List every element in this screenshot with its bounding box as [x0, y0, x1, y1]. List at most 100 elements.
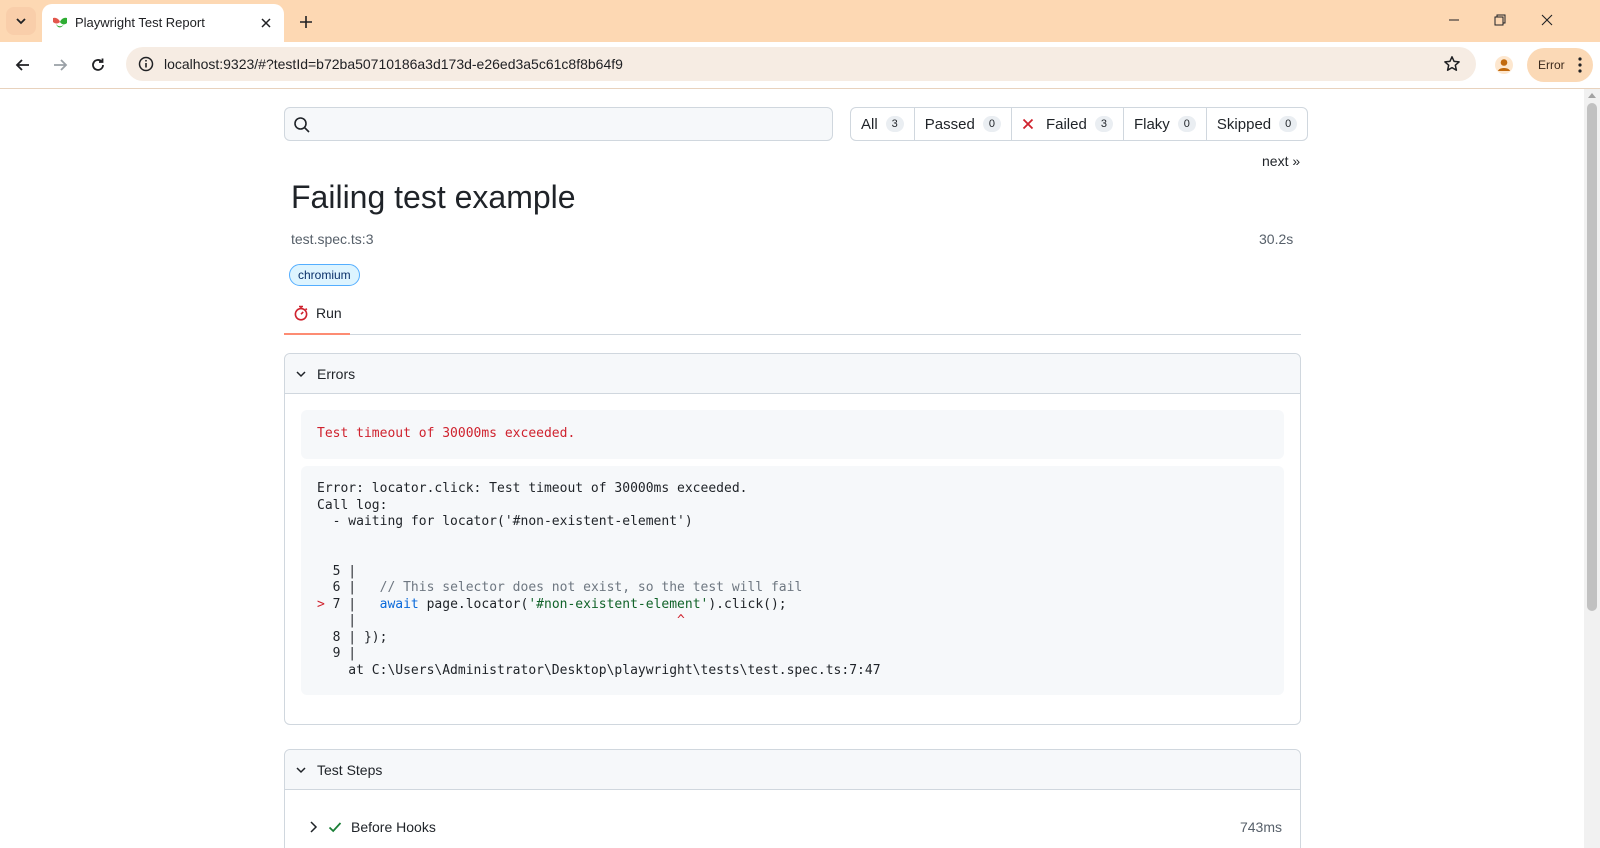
plus-icon: [300, 16, 312, 28]
search-input[interactable]: [319, 112, 824, 136]
code-line-9: 9 |: [317, 646, 357, 661]
minimize-icon: [1449, 19, 1459, 21]
tab-title: Playwright Test Report: [75, 15, 205, 30]
more-vertical-icon: [1578, 57, 1582, 73]
code-gutter: 7 |: [332, 596, 380, 612]
test-location: test.spec.ts:3: [291, 231, 374, 247]
search-icon: [294, 117, 310, 133]
filter-failed[interactable]: Failed 3: [1012, 108, 1124, 140]
profile-error-button[interactable]: Error: [1527, 48, 1593, 82]
filter-count: 0: [1177, 116, 1196, 132]
chevron-down-icon: [16, 18, 26, 25]
test-steps-header[interactable]: Test Steps: [285, 750, 1300, 790]
errors-header[interactable]: Errors: [285, 354, 1300, 394]
minimize-button[interactable]: [1440, 8, 1468, 32]
arrow-left-icon: [15, 59, 29, 71]
filter-skipped[interactable]: Skipped 0: [1207, 108, 1307, 140]
filter-count: 3: [1094, 116, 1113, 132]
filter-passed[interactable]: Passed 0: [915, 108, 1012, 140]
result-tabs: Run: [284, 293, 1301, 335]
close-icon: [261, 18, 271, 28]
status-filters: All 3 Passed 0 Failed 3 Flaky 0 Skipped …: [850, 107, 1309, 141]
filter-count: 3: [885, 116, 904, 132]
kebab-menu-icon[interactable]: [1575, 56, 1585, 74]
avatar-icon: [1495, 56, 1513, 74]
step-duration: 743ms: [1239, 819, 1282, 835]
filter-label: Failed: [1045, 115, 1087, 133]
chevron-down-icon: [296, 370, 306, 377]
test-step-row[interactable]: Before Hooks 743ms: [305, 807, 1282, 847]
errors-heading: Errors: [317, 365, 356, 382]
star-icon: [1444, 56, 1460, 71]
chevron-right-icon: [310, 821, 318, 833]
filter-all[interactable]: All 3: [851, 108, 915, 140]
error-caret: ^: [677, 613, 685, 628]
profile-error-label: Error: [1538, 58, 1565, 72]
test-duration: 30.2s: [1259, 231, 1294, 247]
filter-count: 0: [982, 116, 1001, 132]
search-box[interactable]: [284, 107, 833, 141]
cross-icon: [1022, 118, 1034, 130]
reload-button[interactable]: [83, 50, 113, 80]
scroll-up-arrow-icon[interactable]: [1588, 93, 1596, 98]
code-line-8: 8 | });: [317, 629, 388, 645]
new-tab-button[interactable]: [292, 8, 320, 36]
code-string: '#non-existent-element': [528, 596, 709, 612]
address-bar[interactable]: localhost:9323/#?testId=b72ba50710186a3d…: [126, 47, 1476, 81]
test-title: Failing test example: [291, 179, 576, 215]
stack-location: at C:\Users\Administrator\Desktop\playwr…: [317, 662, 881, 678]
filter-flaky[interactable]: Flaky 0: [1124, 108, 1207, 140]
filter-count: 0: [1279, 116, 1298, 132]
stopwatch-icon: [294, 305, 308, 321]
code-line-6: 6 | // This selector does not exist, so …: [317, 580, 1268, 597]
code-text: page.locator(: [418, 596, 529, 612]
arrow-right-icon: [54, 59, 68, 71]
project-badge[interactable]: chromium: [289, 264, 360, 286]
next-test-link[interactable]: next »: [1262, 153, 1300, 169]
url-text[interactable]: localhost:9323/#?testId=b72ba50710186a3d…: [164, 56, 623, 72]
tab-run[interactable]: Run: [284, 293, 350, 335]
step-title: Before Hooks: [351, 819, 436, 835]
code-caret-line: | ^: [317, 613, 1268, 630]
tab-close-button[interactable]: [256, 13, 276, 33]
info-icon: [138, 56, 154, 72]
code-text: ).click();: [708, 596, 787, 612]
test-steps-heading: Test Steps: [317, 761, 383, 778]
restore-button[interactable]: [1486, 8, 1514, 32]
filter-label: Flaky: [1133, 115, 1170, 133]
tab-search-button[interactable]: [6, 7, 36, 35]
errors-section: Errors Test timeout of 30000ms exceeded.…: [284, 353, 1301, 725]
test-steps-section: Test Steps Before Hooks 743ms: [284, 749, 1301, 848]
code-gutter: 6 |: [317, 580, 380, 595]
code-line-5: 5 |: [317, 563, 357, 579]
bookmark-button[interactable]: [1442, 54, 1462, 74]
filter-label: Skipped: [1216, 115, 1272, 133]
code-gutter: |: [317, 613, 678, 628]
tab-run-label: Run: [316, 305, 342, 321]
filter-label: All: [861, 115, 878, 133]
code-keyword: await: [379, 596, 419, 612]
scrollbar-thumb[interactable]: [1587, 103, 1597, 611]
error-line-marker: >: [317, 596, 333, 612]
reload-icon: [92, 58, 104, 71]
site-info-button[interactable]: [136, 54, 156, 74]
check-icon: [328, 822, 342, 833]
code-line-7: > 7 | await page.locator('#non-existent-…: [317, 597, 1268, 614]
browser-tab-active[interactable]: Playwright Test Report: [42, 4, 284, 42]
playwright-logo-icon: [53, 17, 67, 28]
error-stack: Error: locator.click: Test timeout of 30…: [301, 466, 1284, 695]
filter-label: Passed: [924, 115, 975, 133]
stack-line: - waiting for locator('#non-existent-ele…: [317, 514, 693, 529]
forward-button[interactable]: [45, 50, 75, 80]
browser-toolbar: localhost:9323/#?testId=b72ba50710186a3d…: [0, 42, 1600, 89]
profile-button[interactable]: [1489, 50, 1519, 80]
code-comment: // This selector does not exist, so the …: [379, 580, 803, 595]
page-scrollbar[interactable]: [1584, 89, 1600, 848]
error-message: Test timeout of 30000ms exceeded.: [301, 410, 1284, 459]
stack-line: Call log:: [317, 497, 388, 513]
back-button[interactable]: [8, 50, 38, 80]
chevron-down-icon: [296, 766, 306, 773]
close-window-button[interactable]: [1533, 8, 1561, 32]
